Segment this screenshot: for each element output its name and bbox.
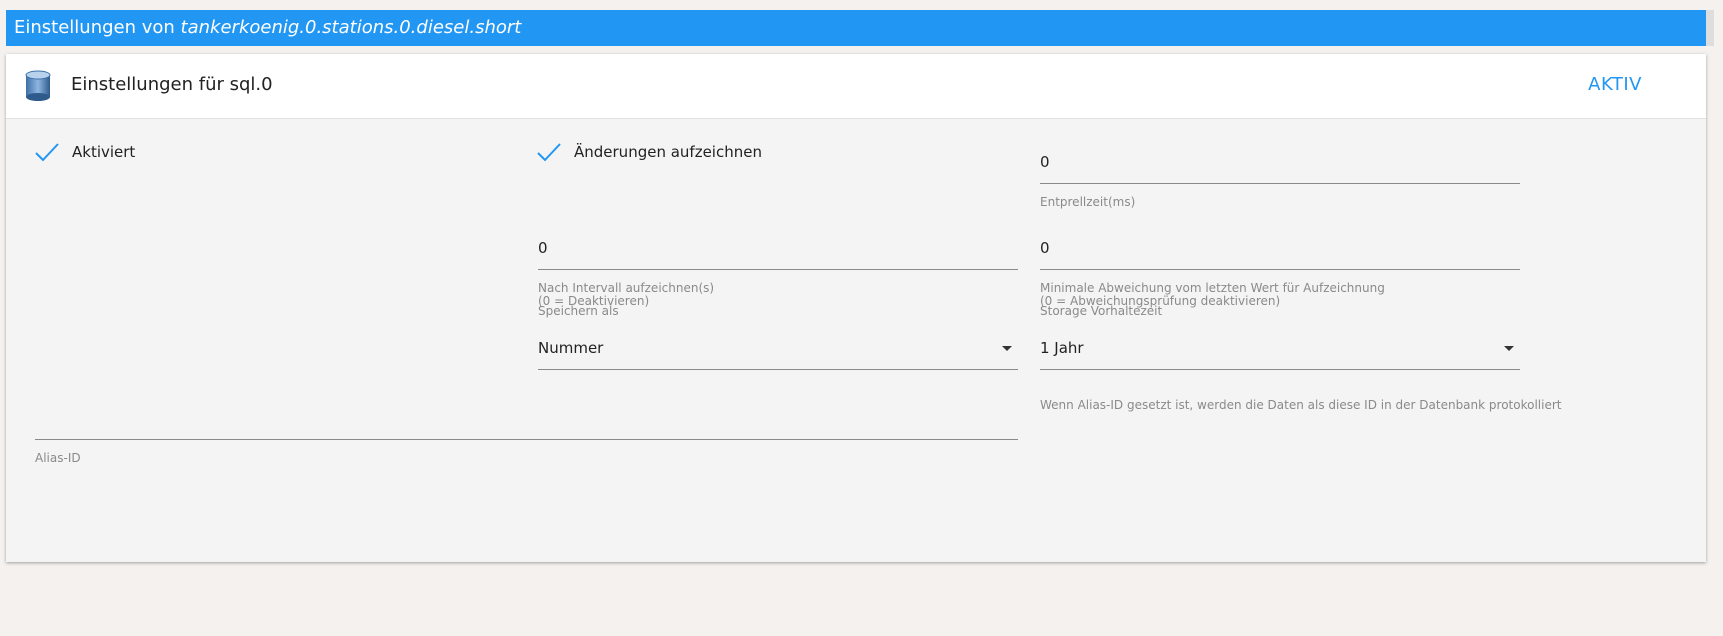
retention-field: 1 Jahr [1040,334,1520,370]
store-as-value: Nummer [538,339,604,357]
debounce-input[interactable]: 0 [1040,148,1520,184]
record-changes-label: Änderungen aufzeichnen [574,143,762,161]
store-as-field: Nummer [538,334,1018,370]
debounce-label: Entprellzeit(ms) [1040,195,1136,209]
record-changes-checkbox[interactable]: Änderungen aufzeichnen [536,142,762,162]
panel-title: Einstellungen für sql.0 [71,74,273,95]
enabled-checkbox[interactable]: Aktiviert [34,142,135,162]
retention-label: Storage Vorhaltezeit [1040,304,1163,318]
alias-id-input[interactable] [35,404,1018,440]
min-deviation-field: 0 Minimale Abweichung vom letzten Wert f… [1040,234,1520,308]
min-deviation-input[interactable]: 0 [1040,234,1520,270]
enabled-label: Aktiviert [72,143,136,161]
status-badge: AKTIV [1588,74,1642,95]
dialog-title-bar: Einstellungen von tankerkoenig.0.station… [6,10,1706,46]
dropdown-arrow-icon [1504,346,1514,351]
panel-header[interactable]: Einstellungen für sql.0 AKTIV [6,54,1706,119]
checkmark-icon [537,143,561,162]
interval-input[interactable]: 0 [538,234,1018,270]
retention-value: 1 Jahr [1040,339,1084,357]
retention-select[interactable]: 1 Jahr [1040,334,1520,370]
alias-id-field: Alias-ID [35,404,1018,465]
database-icon [25,70,51,101]
dropdown-arrow-icon [1002,346,1012,351]
store-as-select[interactable]: Nummer [538,334,1018,370]
interval-field: 0 Nach Intervall aufzeichnen(s) (0 = Dea… [538,234,1018,308]
dialog-title-prefix: Einstellungen von [14,17,181,38]
store-as-label: Speichern als [538,304,619,318]
dialog-title-object: tankerkoenig.0.stations.0.diesel.short [180,17,522,38]
checkmark-icon [35,143,59,162]
settings-panel: Einstellungen für sql.0 AKTIV Aktiviert … [6,54,1706,562]
alias-hint: Wenn Alias-ID gesetzt ist, werden die Da… [1040,398,1562,412]
debounce-field: 0 Entprellzeit(ms) [1040,148,1520,209]
alias-id-label: Alias-ID [35,451,81,465]
scrollbar[interactable] [1706,10,1714,46]
